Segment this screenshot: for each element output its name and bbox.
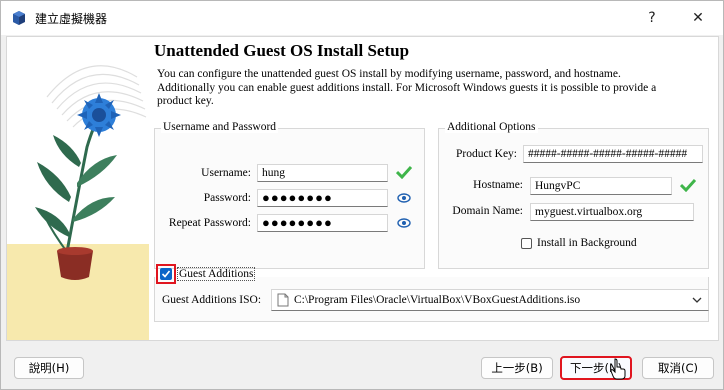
checkmark-icon [161,270,171,278]
install-background-label: Install in Background [537,237,637,249]
eye-icon[interactable] [397,216,411,230]
repeat-password-field[interactable]: ●●●●●●●● [257,214,388,232]
install-background-checkbox[interactable] [521,238,532,249]
wizard-page: Unattended Guest OS Install Setup You ca… [6,36,719,341]
cancel-button[interactable]: 取消(C) [642,357,714,379]
close-button[interactable]: ✕ [675,1,721,35]
virtualbox-icon [13,11,25,25]
window-title: 建立虛擬機器 [35,11,108,26]
guest-additions-iso-select[interactable]: C:\Program Files\Oracle\VirtualBox\VBoxG… [271,289,709,311]
iso-path: C:\Program Files\Oracle\VirtualBox\VBoxG… [294,294,581,306]
group-title: Username and Password [161,121,279,133]
repeat-password-label: Repeat Password: [168,217,251,229]
product-key-label: Product Key: [455,148,517,160]
dialog-window: 建立虛擬機器 ? ✕ Unattended Guest OS Install S… [0,0,724,390]
hostname-field[interactable]: HungvPC [530,177,672,195]
guest-additions-iso-label: Guest Additions ISO: [162,294,262,306]
back-button[interactable]: 上一步(B) [481,357,553,379]
group-title: Additional Options [445,121,538,133]
eye-icon[interactable] [397,191,411,205]
domain-name-label: Domain Name: [452,205,523,217]
help-button[interactable]: 說明(H) [14,357,84,379]
username-label: Username: [201,167,251,179]
password-label: Password: [203,192,251,204]
mouse-cursor-icon [610,358,626,380]
password-field[interactable]: ●●●●●●●● [257,189,388,207]
green-check-icon [396,165,412,179]
flower-illustration [7,37,149,340]
page-title: Unattended Guest OS Install Setup [154,41,410,60]
green-check-icon [680,178,696,192]
product-key-field[interactable]: #####-#####-#####-#####-##### [523,145,703,163]
chevron-down-icon[interactable] [692,295,702,305]
title-bar: 建立虛擬機器 ? ✕ [1,1,723,35]
guest-additions-label[interactable]: Guest Additions [177,267,256,281]
guest-additions-checkbox[interactable] [160,268,172,280]
username-field[interactable]: hung [257,164,388,182]
page-description: You can configure the unattended guest O… [157,68,657,107]
file-icon [277,293,289,307]
domain-name-field[interactable]: myguest.virtualbox.org [530,203,694,221]
help-title-button[interactable]: ? [629,1,675,35]
hostname-label: Hostname: [473,179,523,191]
